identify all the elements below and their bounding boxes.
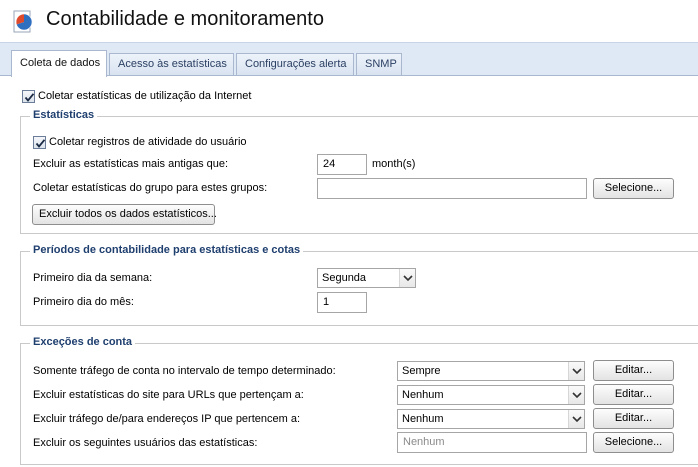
exception-row-label: Somente tráfego de conta no intervalo de… <box>33 365 336 377</box>
first-weekday-select[interactable]: Segunda <box>317 268 416 288</box>
select-groups-button[interactable]: Selecione... <box>593 178 674 199</box>
time-interval-value: Sempre <box>402 365 441 377</box>
tab-acesso-estatisticas[interactable]: Acesso às estatísticas <box>109 53 234 76</box>
periods-group-title: Períodos de contabilidade para estatísti… <box>30 244 304 256</box>
collect-internet-label: Coletar estatísticas de utilização da In… <box>38 90 252 102</box>
delete-all-statistics-button[interactable]: Excluir todos os dados estatísticos... <box>32 204 217 225</box>
edit-time-interval-button[interactable]: Editar... <box>593 360 674 381</box>
group-collect-input[interactable] <box>317 178 587 199</box>
edit-url-exclusion-button[interactable]: Editar... <box>593 384 674 405</box>
ip-exclusion-select[interactable]: Nenhum <box>397 409 585 429</box>
tab-configuracoes-alerta[interactable]: Configurações alerta <box>236 53 354 76</box>
collect-activity-label: Coletar registros de atividade do usuári… <box>49 136 247 148</box>
excluded-users-input[interactable]: Nenhum <box>397 432 587 453</box>
exception-row-label: Excluir tráfego de/para endereços IP que… <box>33 413 301 425</box>
edit-ip-exclusion-button[interactable]: Editar... <box>593 408 674 429</box>
page-title: Contabilidade e monitoramento <box>46 8 324 30</box>
pie-chart-document-icon <box>13 10 33 33</box>
exception-row-label: Excluir os seguintes usuários das estatí… <box>33 437 258 449</box>
first-monthday-input[interactable]: 1 <box>317 292 367 313</box>
first-weekday-value: Segunda <box>322 272 367 284</box>
group-collect-label: Coletar estatísticas do grupo para estes… <box>33 182 268 194</box>
statistics-group-title: Estatísticas <box>30 109 98 121</box>
select-users-button[interactable]: Selecione... <box>593 432 674 453</box>
exception-row-label: Excluir estatísticas do site para URLs q… <box>33 389 304 401</box>
url-exclusion-value: Nenhum <box>402 389 444 401</box>
delete-older-unit: month(s) <box>372 158 416 170</box>
tab-coleta-de-dados[interactable]: Coleta de dados <box>11 50 107 77</box>
delete-older-input[interactable]: 24 <box>317 154 367 175</box>
tab-snmp[interactable]: SNMP <box>356 53 402 76</box>
collect-internet-checkbox[interactable] <box>22 90 35 103</box>
tab-bar: Coleta de dados Acesso às estatísticas C… <box>0 42 698 77</box>
periods-group <box>20 251 698 326</box>
chevron-down-icon[interactable] <box>568 362 584 380</box>
checkmark-icon <box>35 139 46 148</box>
url-exclusion-select[interactable]: Nenhum <box>397 385 585 405</box>
tab-content: Coletar estatísticas de utilização da In… <box>0 75 698 467</box>
collect-activity-checkbox[interactable] <box>33 136 46 149</box>
chevron-down-icon[interactable] <box>399 269 415 287</box>
chevron-down-icon[interactable] <box>568 410 584 428</box>
first-weekday-label: Primeiro dia da semana: <box>33 272 153 284</box>
exceptions-group-title: Exceções de conta <box>30 336 136 348</box>
delete-older-label: Excluir as estatísticas mais antigas que… <box>33 158 229 170</box>
first-monthday-label: Primeiro dia do mês: <box>33 296 134 308</box>
checkmark-icon <box>24 93 35 102</box>
header: Contabilidade e monitoramento <box>0 0 698 42</box>
chevron-down-icon[interactable] <box>568 386 584 404</box>
time-interval-select[interactable]: Sempre <box>397 361 585 381</box>
ip-exclusion-value: Nenhum <box>402 413 444 425</box>
